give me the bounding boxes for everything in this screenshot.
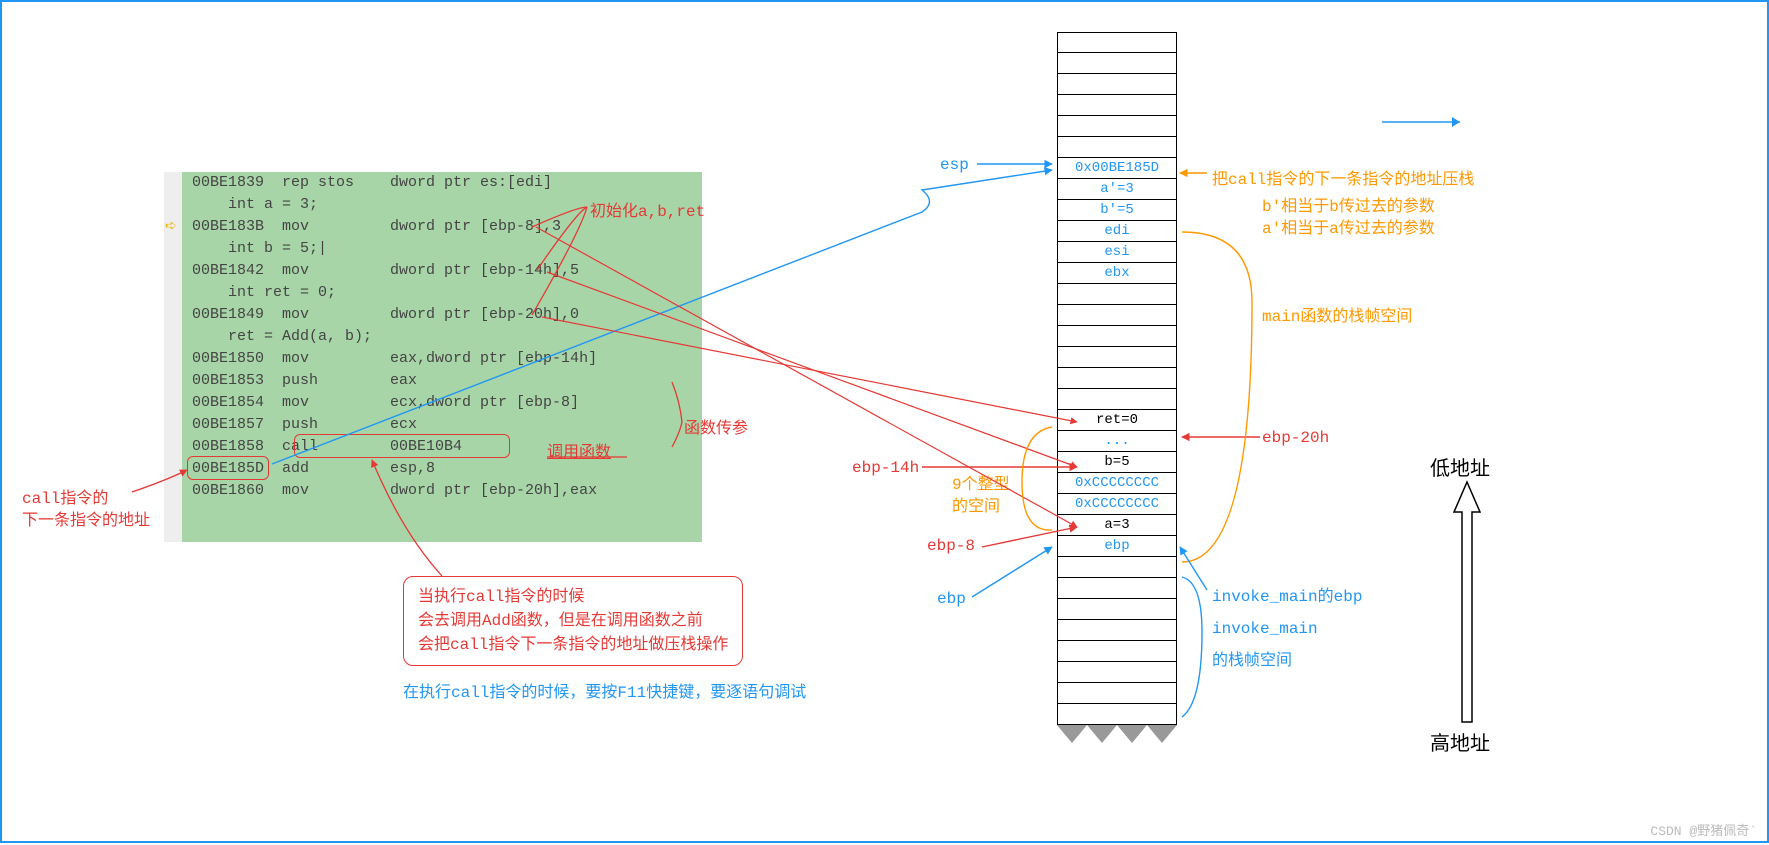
blank-cell	[1057, 137, 1177, 158]
edi-cell: edi	[1057, 221, 1177, 242]
ebp-cell: ebp	[1057, 536, 1177, 557]
call-instruction-box	[294, 434, 510, 458]
push-addr-cell: 0x00BE185D	[1057, 158, 1177, 179]
blank-cell	[1057, 305, 1177, 326]
main-frame-label: main函数的栈帧空间	[1262, 302, 1412, 326]
ret-cell: ret=0	[1057, 410, 1177, 431]
b-cell: b=5	[1057, 452, 1177, 473]
next-addr-box	[187, 456, 269, 480]
nine-int-label-1: 9个整型	[952, 470, 1010, 494]
box-line: 当执行call指令的时候	[418, 585, 728, 609]
blank-cell	[1057, 389, 1177, 410]
blank-cell	[1057, 74, 1177, 95]
nine-int-label-2: 的空间	[952, 492, 1000, 516]
blank-cell	[1057, 683, 1177, 704]
code-line: 00BE1854 mov ecx,dword ptr [ebp-8]	[182, 392, 702, 414]
code-line: 00BE1850 mov eax,dword ptr [ebp-14h]	[182, 348, 702, 370]
low-addr-label: 低地址	[1430, 452, 1490, 482]
a-cell: a=3	[1057, 515, 1177, 536]
dots-cell: ...	[1057, 431, 1177, 452]
call-next-label-1: call指令的	[22, 484, 108, 508]
ebp-label: ebp	[937, 590, 966, 608]
ebp-8-label: ebp-8	[927, 537, 975, 555]
stack-torn-edge-icon	[1057, 725, 1177, 747]
code-line: 00BE1849 mov dword ptr [ebp-20h],0	[182, 304, 702, 326]
init-label: 初始化a,b,ret	[590, 197, 705, 221]
blank-cell	[1057, 347, 1177, 368]
code-line: 00BE1839 rep stos dword ptr es:[edi]	[182, 172, 702, 194]
stack-diagram: 0x00BE185D a'=3 b'=5 edi esi ebx ret=0 .…	[1057, 32, 1177, 725]
a-prime-cell: a'=3	[1057, 179, 1177, 200]
a-note: a'相当于a传过去的参数	[1262, 214, 1435, 238]
current-line-arrow-icon: ➪	[165, 218, 177, 235]
code-line: int b = 5;|	[182, 238, 702, 260]
blank-cell	[1057, 599, 1177, 620]
watermark: CSDN @野猪佩奇`	[1650, 820, 1757, 839]
cc-cell: 0xCCCCCCCC	[1057, 473, 1177, 494]
box-line: 会把call指令下一条指令的地址做压栈操作	[418, 633, 728, 657]
box-line: 会去调用Add函数，但是在调用函数之前	[418, 609, 728, 633]
code-line: 00BE1842 mov dword ptr [ebp-14h],5	[182, 260, 702, 282]
ebp-14h-label: ebp-14h	[852, 459, 919, 477]
blank-cell	[1057, 284, 1177, 305]
blank-cell	[1057, 116, 1177, 137]
push-note: 把call指令的下一条指令的地址压栈	[1212, 165, 1474, 189]
addr-direction-arrow-icon	[1452, 482, 1482, 722]
f11-tip: 在执行call指令的时候，要按F11快捷键，要逐语句调试	[403, 678, 806, 702]
high-addr-label: 高地址	[1430, 727, 1490, 757]
ebp-20h-label: ebp-20h	[1262, 429, 1329, 447]
blank-cell	[1057, 662, 1177, 683]
code-line: 00BE1860 mov dword ptr [ebp-20h],eax	[182, 480, 702, 502]
blank-cell	[1057, 95, 1177, 116]
code-line: int ret = 0;	[182, 282, 702, 304]
cc-cell: 0xCCCCCCCC	[1057, 494, 1177, 515]
invoke-frame-label-1: invoke_main	[1212, 620, 1318, 638]
blank-cell	[1057, 32, 1177, 53]
ebx-cell: ebx	[1057, 263, 1177, 284]
code-line: 00BE1857 push ecx	[182, 414, 702, 436]
b-prime-cell: b'=5	[1057, 200, 1177, 221]
blank-cell	[1057, 704, 1177, 725]
code-line: ret = Add(a, b);	[182, 326, 702, 348]
blank-cell	[1057, 641, 1177, 662]
blank-cell	[1057, 578, 1177, 599]
blank-cell	[1057, 326, 1177, 347]
blank-cell	[1057, 557, 1177, 578]
esi-cell: esi	[1057, 242, 1177, 263]
invoke-ebp-label: invoke_main的ebp	[1212, 582, 1362, 606]
b-note: b'相当于b传过去的参数	[1262, 192, 1435, 216]
top-right-arrow-icon	[1382, 112, 1472, 132]
call-explanation-box: 当执行call指令的时候 会去调用Add函数，但是在调用函数之前 会把call指…	[403, 576, 743, 666]
blank-cell	[1057, 620, 1177, 641]
blank-cell	[1057, 368, 1177, 389]
blank-cell	[1057, 53, 1177, 74]
call-next-label-2: 下一条指令的地址	[22, 506, 150, 530]
disassembly-code: 00BE1839 rep stos dword ptr es:[edi] int…	[182, 172, 702, 542]
pass-args-label: 函数传参	[684, 414, 748, 438]
invoke-frame-label-2: 的栈帧空间	[1212, 646, 1292, 670]
code-line: 00BE1853 push eax	[182, 370, 702, 392]
call-fn-label: 调用函数	[547, 438, 611, 462]
esp-label: esp	[940, 156, 969, 174]
